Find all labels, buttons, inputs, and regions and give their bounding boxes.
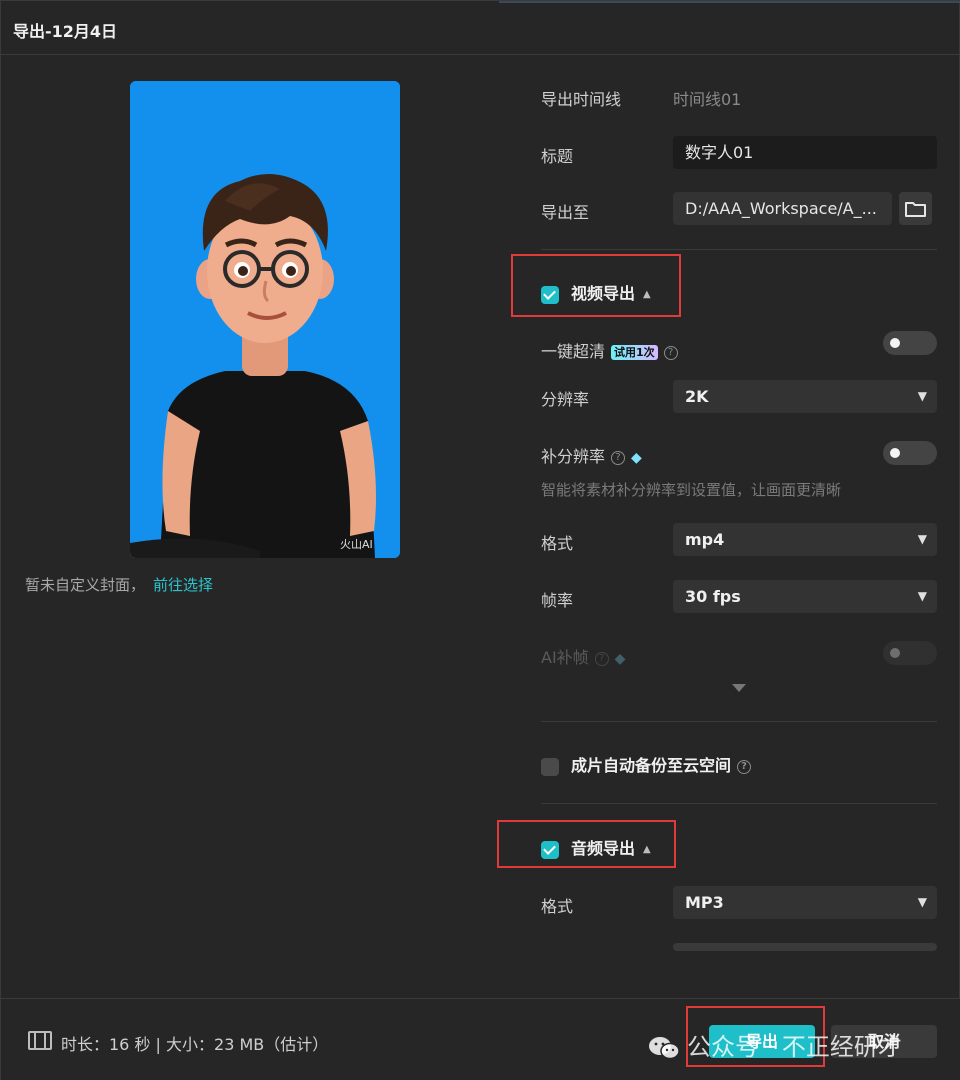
diamond-icon: ◆	[631, 449, 642, 466]
chevron-down-icon: ▼	[917, 389, 927, 403]
folder-icon	[905, 202, 926, 217]
ai-frame-toggle	[883, 641, 937, 665]
audio-format-value: MP3	[685, 893, 724, 912]
duration-size-info: 时长：16 秒 | 大小：23 MB（估计）	[61, 1035, 329, 1054]
supplement-toggle[interactable]	[883, 441, 937, 465]
cloud-backup-label: 成片自动备份至云空间	[571, 756, 732, 775]
supplement-hint: 智能将素材补分辨率到设置值，让画面更清晰	[541, 481, 842, 499]
help-icon[interactable]: ?	[611, 450, 626, 465]
watermark-text: 公众号 · 不正经研才	[687, 1033, 902, 1061]
audio-format-select[interactable]: MP3 ▼	[673, 886, 937, 919]
help-icon: ?	[594, 651, 609, 666]
chevron-down-icon: ▼	[917, 589, 927, 603]
cloud-backup-checkbox[interactable]	[541, 757, 559, 776]
framerate-select[interactable]: 30 fps ▼	[673, 580, 937, 613]
diamond-icon: ◆	[614, 650, 626, 667]
highlight-box-audio	[497, 820, 676, 868]
audio-format-label: 格式	[541, 897, 574, 916]
cover-note: 暂未自定义封面， 前往选择	[25, 574, 213, 595]
framerate-label: 帧率	[541, 591, 574, 610]
highlight-box-video	[511, 254, 681, 317]
video-format-select[interactable]: mp4 ▼	[673, 523, 937, 556]
trial-badge: 试用1次	[611, 345, 658, 360]
ai-frame-row: AI补帧? ◆	[541, 644, 625, 668]
export-to-label: 导出至	[541, 203, 590, 222]
cover-preview-image[interactable]: 火山AI	[130, 81, 400, 558]
choose-cover-link[interactable]: 前往选择	[153, 576, 213, 594]
partial-select[interactable]	[673, 943, 937, 951]
browse-folder-button[interactable]	[899, 192, 932, 225]
help-icon[interactable]: ?	[737, 759, 752, 774]
title-label: 标题	[541, 147, 574, 166]
timeline-value: 时间线01	[673, 90, 742, 109]
wechat-icon	[649, 1037, 680, 1060]
preview-watermark: 火山AI	[340, 538, 373, 551]
dialog-title: 导出-12月4日	[13, 22, 118, 41]
timeline-label: 导出时间线	[541, 90, 622, 109]
one-click-hd-toggle[interactable]	[883, 331, 937, 355]
one-click-hd-row: 一键超清 试用1次?	[541, 338, 678, 362]
film-icon	[28, 1031, 52, 1050]
divider	[541, 803, 937, 804]
divider	[541, 249, 937, 250]
ai-frame-label: AI补帧	[541, 648, 589, 667]
export-path-field[interactable]: D:/AAA_Workspace/A_...	[673, 192, 892, 225]
supplement-row: 补分辨率? ◆	[541, 443, 642, 467]
video-format-value: mp4	[685, 530, 725, 549]
divider	[541, 721, 937, 722]
chevron-down-icon: ▼	[917, 895, 927, 909]
cover-note-text: 暂未自定义封面，	[25, 576, 146, 594]
resolution-label: 分辨率	[541, 390, 590, 409]
expand-more-icon[interactable]	[732, 684, 746, 692]
framerate-value: 30 fps	[685, 587, 741, 606]
title-bar: 导出-12月4日	[1, 1, 960, 55]
title-input[interactable]: 数字人01	[673, 136, 937, 169]
supplement-label: 补分辨率	[541, 447, 606, 466]
resolution-value: 2K	[685, 387, 709, 406]
format-label: 格式	[541, 534, 574, 553]
export-dialog: 导出-12月4日 火山AI 暂未自定义封面， 前往选择 导出时间线 时间线01 …	[0, 0, 960, 1080]
help-icon[interactable]: ?	[663, 345, 678, 360]
avatar-illustration: 火山AI	[130, 81, 400, 558]
wechat-watermark: 公众号 · 不正经研才	[647, 1027, 902, 1062]
one-click-hd-label: 一键超清	[541, 342, 606, 361]
resolution-select[interactable]: 2K ▼	[673, 380, 937, 413]
cloud-backup-row[interactable]: 成片自动备份至云空间?	[541, 752, 752, 776]
chevron-down-icon: ▼	[917, 532, 927, 546]
